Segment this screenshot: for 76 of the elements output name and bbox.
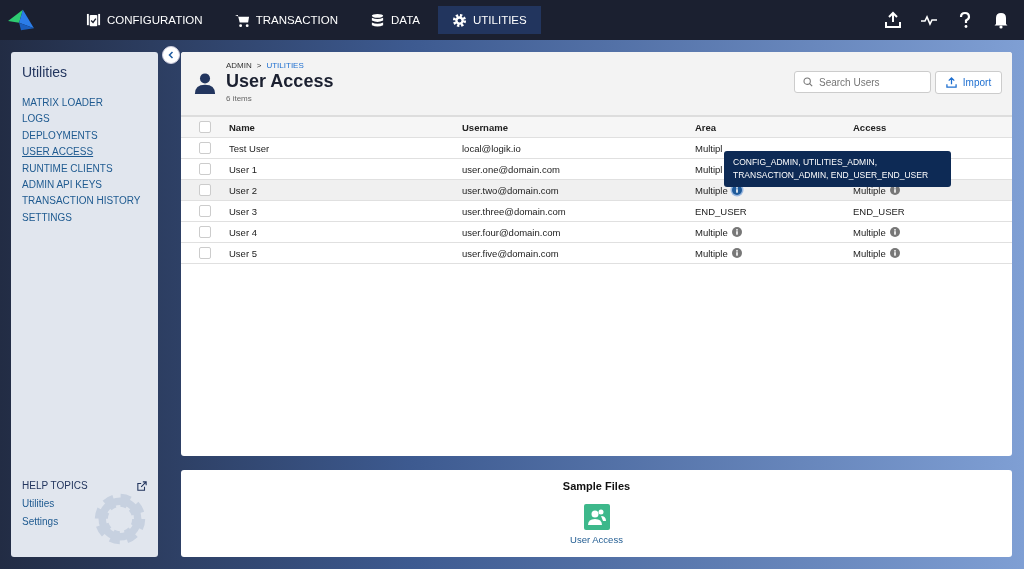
table-cell: user.one@domain.com xyxy=(462,163,560,175)
nav-tab[interactable]: DATA xyxy=(356,6,434,34)
checkbox[interactable] xyxy=(199,226,211,238)
nav-tab[interactable]: CONFIGURATION xyxy=(72,6,217,34)
help-topics-heading: HELP TOPICS xyxy=(22,480,88,491)
table-cell: User 3 xyxy=(229,205,257,217)
column-header: Access xyxy=(853,121,887,133)
page-title: User Access xyxy=(226,71,334,92)
help-link[interactable]: Utilities xyxy=(22,498,55,509)
sidebar-link[interactable]: SETTINGS xyxy=(22,211,72,223)
bell-icon[interactable] xyxy=(992,11,1010,29)
table-cell: Multipl xyxy=(695,142,723,154)
table-cell: user.two@domain.com xyxy=(462,184,559,196)
checkbox[interactable] xyxy=(199,121,211,133)
checkbox[interactable] xyxy=(199,247,211,259)
sidebar-link[interactable]: ADMIN API KEYS xyxy=(22,178,103,190)
checkbox[interactable] xyxy=(199,163,211,175)
table-cell: END_USER xyxy=(853,205,905,217)
table-cell: user.three@domain.com xyxy=(462,205,566,217)
table-cell: User 1 xyxy=(229,163,257,175)
chevron-left-icon xyxy=(166,50,176,60)
item-count: 6 items xyxy=(226,94,253,103)
sidebar-title: Utilities xyxy=(22,64,69,80)
table-cell: User 5 xyxy=(229,247,257,259)
table-cell: Test User xyxy=(229,142,270,154)
sidebar-link[interactable]: TRANSACTION HISTORY xyxy=(22,195,141,207)
sidebar-link[interactable]: LOGS xyxy=(22,113,50,125)
table-cell: User 4 xyxy=(229,226,257,238)
info-icon[interactable] xyxy=(731,185,742,195)
help-link[interactable]: Settings xyxy=(22,516,59,527)
gear-icon xyxy=(452,12,467,28)
breadcrumb-separator: > xyxy=(256,61,262,70)
table-cell: user.five@domain.com xyxy=(462,247,559,259)
column-header: Area xyxy=(695,121,718,133)
checkbox[interactable] xyxy=(199,205,211,217)
badge-icon xyxy=(86,12,101,28)
nav-tab[interactable]: TRANSACTION xyxy=(220,6,353,34)
breadcrumb-link[interactable]: ADMIN xyxy=(226,61,252,70)
search-icon xyxy=(803,77,813,87)
table-cell: Multiple xyxy=(695,226,728,238)
sidebar-link[interactable]: USER ACCESS xyxy=(22,146,94,158)
users-icon[interactable] xyxy=(583,504,610,530)
cart-icon xyxy=(234,12,250,28)
file-link[interactable]: User Access xyxy=(570,534,623,545)
database-icon xyxy=(370,12,386,28)
section-title: Sample Files xyxy=(562,480,631,492)
checkbox[interactable] xyxy=(199,184,211,196)
breadcrumb-link[interactable]: UTILITIES xyxy=(266,61,304,70)
sidebar-link[interactable]: MATRIX LOADER xyxy=(22,97,103,108)
table-cell: END_USER xyxy=(695,205,747,217)
sidebar-link[interactable]: RUNTIME CLIENTS xyxy=(22,162,113,174)
upload-icon xyxy=(945,77,957,88)
import-button[interactable]: Import xyxy=(935,71,1002,94)
collapse-button[interactable] xyxy=(162,46,180,64)
search-field[interactable]: Search Users xyxy=(794,71,931,93)
checkbox[interactable] xyxy=(199,142,211,154)
logo-icon[interactable] xyxy=(6,8,36,32)
upload-icon[interactable] xyxy=(884,11,902,29)
table-cell: Multiple xyxy=(695,184,728,196)
info-icon[interactable] xyxy=(889,185,900,195)
table-cell: Multiple xyxy=(853,184,886,196)
tooltip: CONFIG_ADMIN, UTILITIES_ADMIN, TRANSACTION_ADMIN, END_USER_END_USER xyxy=(724,151,951,187)
table-cell: local@logik.io xyxy=(462,142,521,154)
table-cell: Multiple xyxy=(853,247,886,259)
column-header: Username xyxy=(462,121,509,133)
sidebar-link[interactable]: DEPLOYMENTS xyxy=(22,129,98,141)
table-cell: user.four@domain.com xyxy=(462,226,561,238)
table-cell: Multiple xyxy=(853,226,886,238)
external-link-icon[interactable] xyxy=(137,480,147,491)
gear-icon xyxy=(92,491,148,547)
nav-tab[interactable]: UTILITIES xyxy=(438,6,541,34)
user-icon xyxy=(194,72,216,94)
column-header: Name xyxy=(229,121,256,133)
table-cell: Multipl xyxy=(695,163,723,175)
table-cell: User 2 xyxy=(229,184,257,196)
table-cell: Multiple xyxy=(695,247,728,259)
